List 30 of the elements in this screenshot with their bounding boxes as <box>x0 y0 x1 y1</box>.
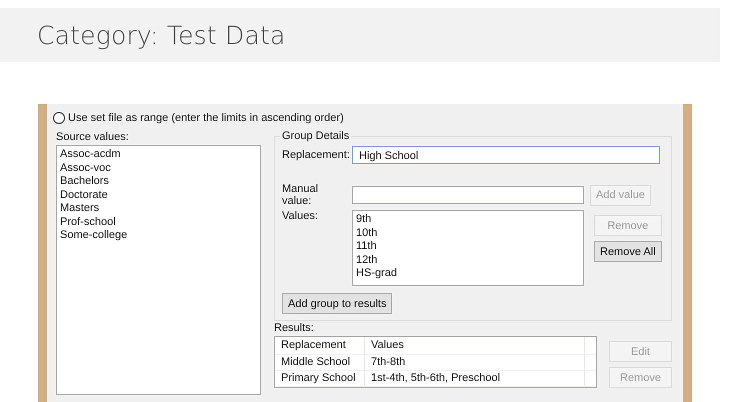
list-item[interactable]: Assoc-voc <box>60 162 257 175</box>
list-item[interactable]: Assoc-acdm <box>60 148 257 162</box>
table-cell: 7th-8th <box>365 355 585 370</box>
radio-button[interactable] <box>53 112 65 124</box>
table-cell: 1st-4th, 5th-6th, Preschool <box>365 371 585 386</box>
list-item[interactable]: HS-grad <box>356 267 580 280</box>
column-header: Values <box>365 337 585 354</box>
list-item[interactable]: 10th <box>356 226 580 240</box>
list-label: Source values: <box>56 130 130 145</box>
column-header: Replacement <box>275 337 365 354</box>
button[interactable]: Add group to results <box>282 293 392 314</box>
page-title: Category: Test Data <box>37 20 286 50</box>
list-item[interactable]: Prof-school <box>60 216 257 229</box>
list-item[interactable]: 9th <box>356 213 580 226</box>
radio-label: Use set file as range (enter the limits in ascending order) <box>68 112 344 124</box>
table-cell: Middle School <box>275 355 365 370</box>
list-item[interactable]: 12th <box>356 254 580 267</box>
field-label: Manual value: <box>282 183 320 207</box>
group-title: Group Details <box>280 130 352 142</box>
text-field[interactable] <box>352 186 584 204</box>
text-field[interactable]: High School <box>352 146 660 164</box>
results-label: Results: <box>274 321 315 336</box>
list-item[interactable]: 11th <box>356 240 580 254</box>
list-item[interactable]: Bachelors <box>60 175 257 188</box>
list-item[interactable]: Doctorate <box>60 188 257 202</box>
table-cell: Primary School <box>275 371 365 386</box>
list-item[interactable]: Masters <box>60 202 257 216</box>
list-item[interactable]: Some-college <box>60 229 257 242</box>
field-label: Values: <box>282 210 319 222</box>
button[interactable]: Remove All <box>594 241 662 262</box>
